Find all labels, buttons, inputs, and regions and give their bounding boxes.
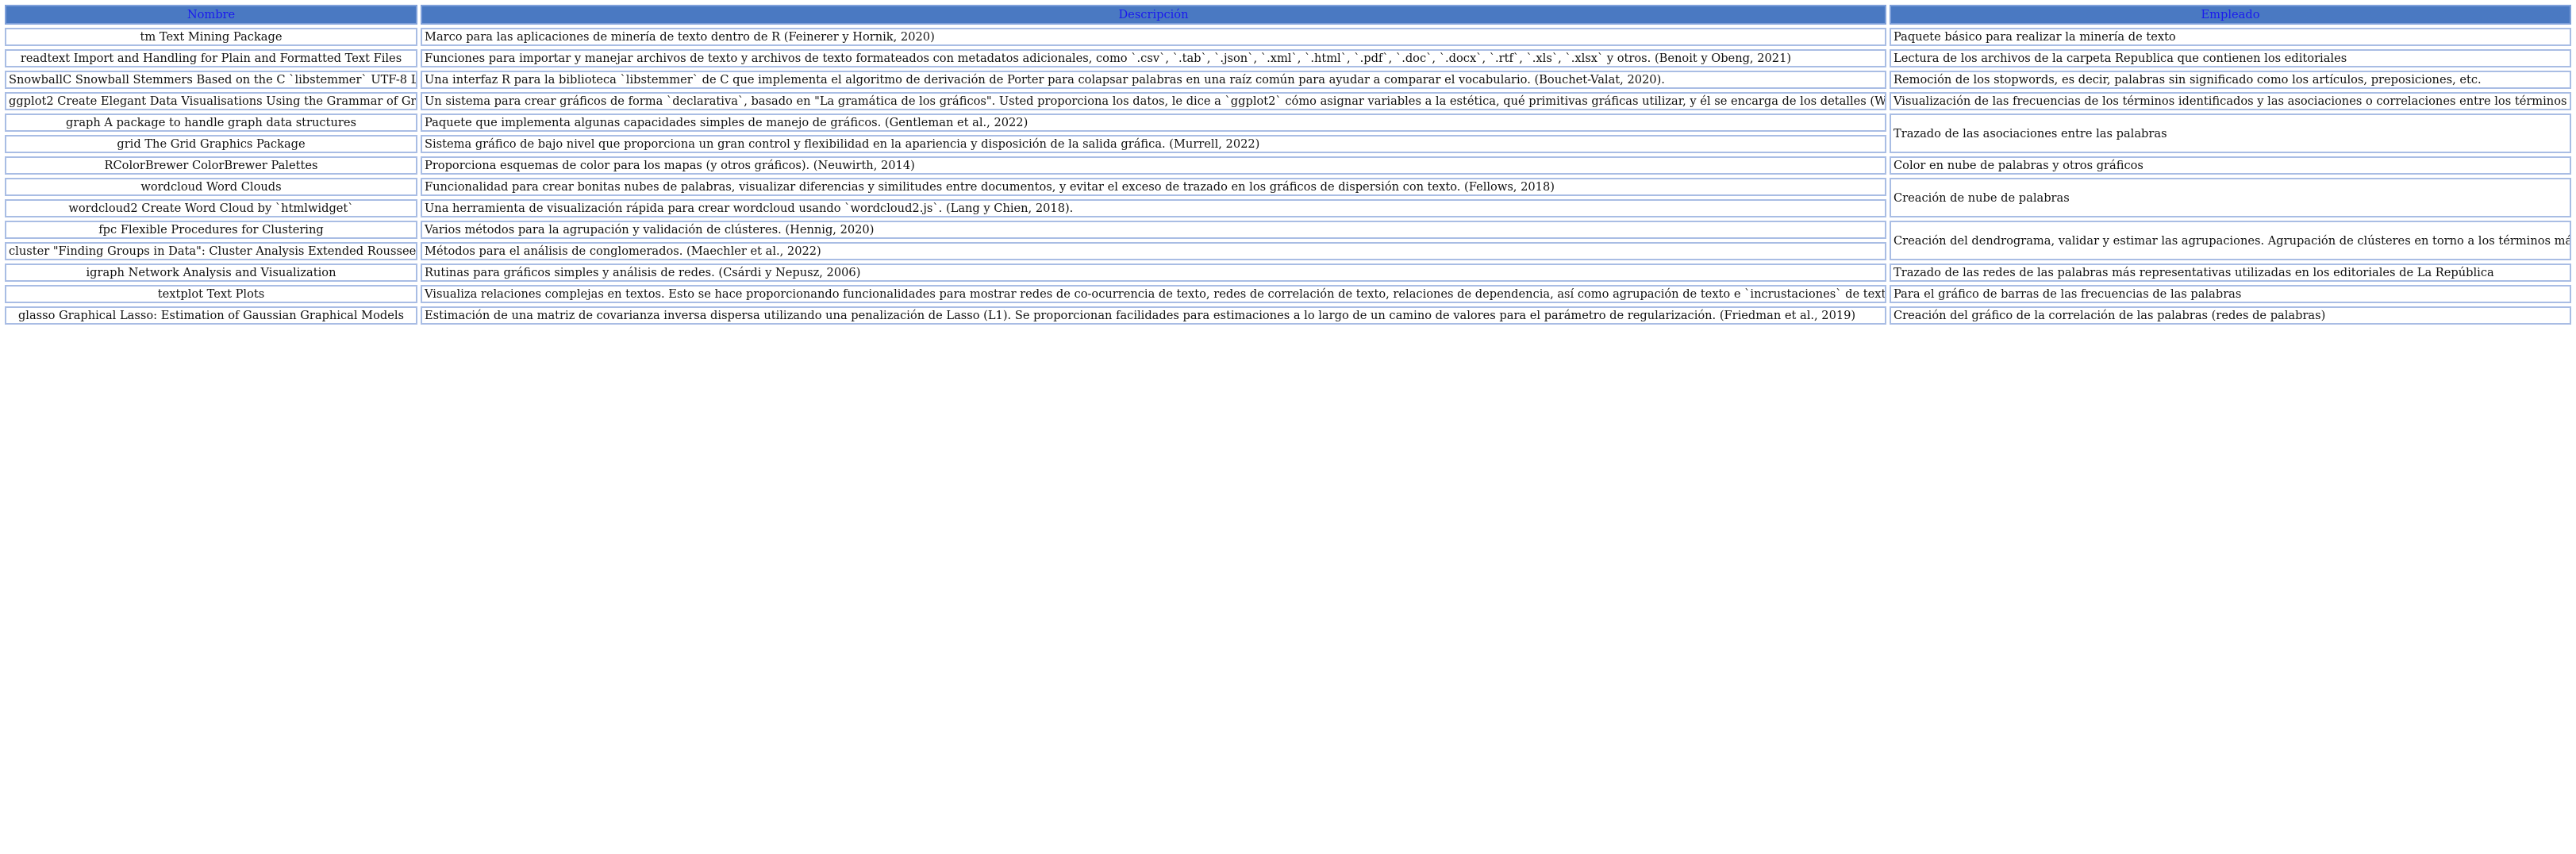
cell-nombre: wordcloud2 Create Word Cloud by `htmlwid… [5, 199, 417, 217]
table-row: textplot Text Plots Visualiza relaciones… [5, 285, 2571, 303]
cell-descripcion: Funcionalidad para crear bonitas nubes d… [421, 178, 1886, 196]
cell-descripcion: Sistema gráfico de bajo nivel que propor… [421, 135, 1886, 153]
cell-nombre: igraph Network Analysis and Visualizatio… [5, 264, 417, 282]
cell-empleado: Remoción de los stopwords, es decir, pal… [1890, 71, 2571, 89]
table-body: tm Text Mining Package Marco para las ap… [5, 28, 2571, 325]
cell-nombre: RColorBrewer ColorBrewer Palettes [5, 156, 417, 175]
header-descripcion[interactable]: Descripción [421, 5, 1886, 25]
cell-descripcion: Paquete que implementa algunas capacidad… [421, 113, 1886, 132]
cell-empleado: Creación de nube de palabras [1890, 178, 2571, 217]
table-row: RColorBrewer ColorBrewer Palettes Propor… [5, 156, 2571, 175]
cell-nombre: tm Text Mining Package [5, 28, 417, 46]
cell-nombre: glasso Graphical Lasso: Estimation of Ga… [5, 306, 417, 325]
table-row: igraph Network Analysis and Visualizatio… [5, 264, 2571, 282]
cell-empleado: Paquete básico para realizar la minería … [1890, 28, 2571, 46]
table-header: Nombre Descripción Empleado [5, 5, 2571, 25]
cell-empleado: Para el gráfico de barras de las frecuen… [1890, 285, 2571, 303]
cell-nombre: fpc Flexible Procedures for Clustering [5, 221, 417, 239]
table-row: glasso Graphical Lasso: Estimation of Ga… [5, 306, 2571, 325]
table-row: graph A package to handle graph data str… [5, 113, 2571, 153]
table-row: ggplot2 Create Elegant Data Visualisatio… [5, 92, 2571, 110]
cell-nombre: graph A package to handle graph data str… [5, 113, 417, 132]
table-row: tm Text Mining Package Marco para las ap… [5, 28, 2571, 46]
cell-nombre: SnowballC Snowball Stemmers Based on the… [5, 71, 417, 89]
cell-descripcion: Proporciona esquemas de color para los m… [421, 156, 1886, 175]
header-row: Nombre Descripción Empleado [5, 5, 2571, 25]
cell-descripcion: Marco para las aplicaciones de minería d… [421, 28, 1886, 46]
cell-descripcion: Una herramienta de visualización rápida … [421, 199, 1886, 217]
cell-nombre: wordcloud Word Clouds [5, 178, 417, 196]
cell-empleado: Creación del dendrograma, validar y esti… [1890, 221, 2571, 260]
cell-empleado: Trazado de las asociaciones entre las pa… [1890, 113, 2571, 153]
cell-nombre: ggplot2 Create Elegant Data Visualisatio… [5, 92, 417, 110]
cell-descripcion: Una interfaz R para la biblioteca `libst… [421, 71, 1886, 89]
cell-nombre: readtext Import and Handling for Plain a… [5, 49, 417, 67]
cell-descripcion: Funciones para importar y manejar archiv… [421, 49, 1886, 67]
header-empleado[interactable]: Empleado [1890, 5, 2571, 25]
cell-descripcion: Métodos para el análisis de conglomerado… [421, 242, 1886, 260]
packages-table: Nombre Descripción Empleado tm Text Mini… [2, 2, 2574, 328]
table-row: SnowballC Snowball Stemmers Based on the… [5, 71, 2571, 89]
cell-descripcion: Varios métodos para la agrupación y vali… [421, 221, 1886, 239]
cell-descripcion: Un sistema para crear gráficos de forma … [421, 92, 1886, 110]
cell-nombre: grid The Grid Graphics Package [5, 135, 417, 153]
cell-empleado: Creación del gráfico de la correlación d… [1890, 306, 2571, 325]
cell-empleado: Visualización de las frecuencias de los … [1890, 92, 2571, 110]
table-row: readtext Import and Handling for Plain a… [5, 49, 2571, 67]
cell-empleado: Lectura de los archivos de la carpeta Re… [1890, 49, 2571, 67]
cell-descripcion: Rutinas para gráficos simples y análisis… [421, 264, 1886, 282]
cell-descripcion: Visualiza relaciones complejas en textos… [421, 285, 1886, 303]
header-nombre[interactable]: Nombre [5, 5, 417, 25]
cell-empleado: Color en nube de palabras y otros gráfic… [1890, 156, 2571, 175]
cell-descripcion: Estimación de una matriz de covarianza i… [421, 306, 1886, 325]
table-row: wordcloud Word Clouds Funcionalidad para… [5, 178, 2571, 217]
table-row: fpc Flexible Procedures for Clustering V… [5, 221, 2571, 260]
cell-nombre: cluster "Finding Groups in Data": Cluste… [5, 242, 417, 260]
cell-empleado: Trazado de las redes de las palabras más… [1890, 264, 2571, 282]
cell-nombre: textplot Text Plots [5, 285, 417, 303]
